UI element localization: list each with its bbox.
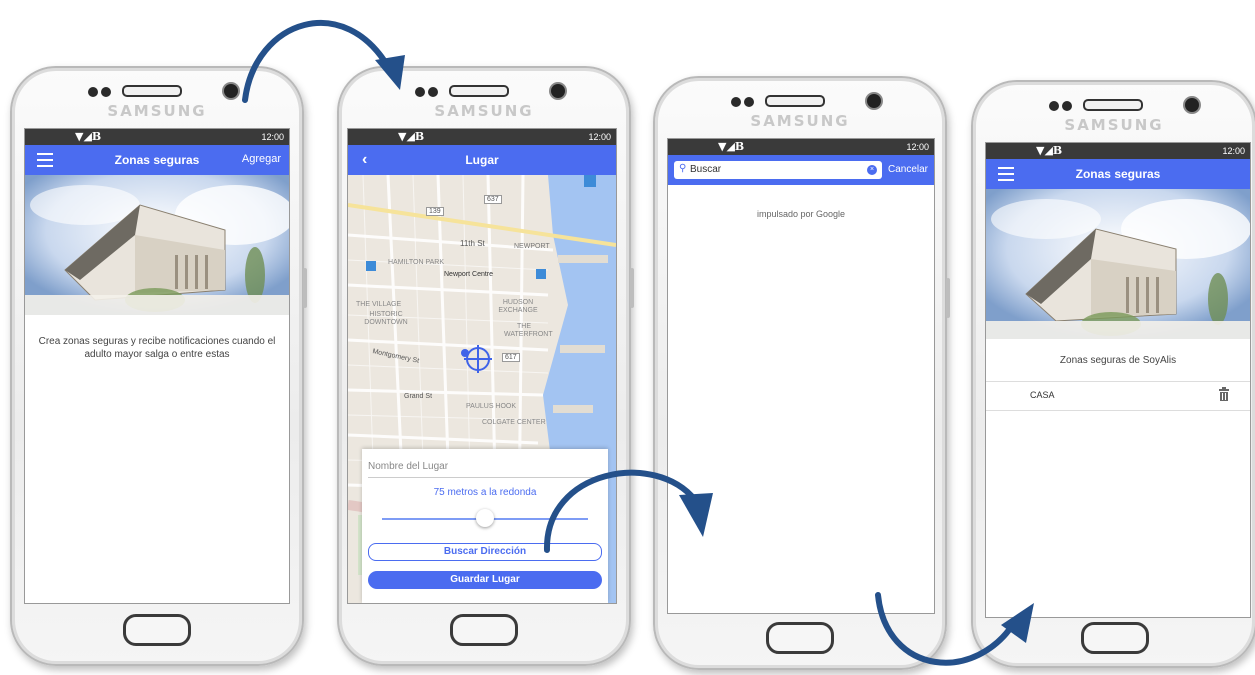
earpiece-speaker	[1083, 99, 1143, 111]
map-label: COLGATE CENTER	[482, 419, 546, 426]
slider-thumb[interactable]	[476, 509, 494, 527]
front-camera	[551, 84, 565, 98]
map-label: 637	[484, 195, 502, 204]
status-time: 12:00	[588, 132, 611, 142]
brand-logo: SAMSUNG	[1064, 116, 1164, 134]
side-button	[303, 268, 307, 308]
flow-arrow-3	[875, 592, 1034, 666]
sensor-dots	[88, 84, 114, 102]
status-bar: ▼◢B 12:00	[348, 129, 616, 145]
signal-icon: ▼◢B	[75, 130, 102, 143]
home-button[interactable]	[450, 614, 518, 646]
flow-arrow-1	[242, 19, 405, 103]
sensor-dots	[1049, 98, 1075, 116]
map-label: NEWPORT	[514, 243, 550, 250]
map-label: PAULUS HOOK	[466, 403, 517, 410]
search-icon: ⚲	[679, 163, 687, 174]
earpiece-speaker	[765, 95, 825, 107]
search-placeholder: Buscar	[690, 164, 722, 175]
search-input[interactable]: ⚲ Buscar ×	[674, 161, 882, 179]
status-time: 12:00	[261, 132, 284, 142]
home-button[interactable]	[1081, 622, 1149, 654]
side-button	[630, 268, 634, 308]
front-camera	[1185, 98, 1199, 112]
page-title: Lugar	[465, 153, 499, 167]
map-label: THE WATERFRONT	[504, 323, 553, 338]
phone-1: SAMSUNG ▼◢B 12:00 Zonas seguras Agregar	[10, 66, 307, 666]
signal-icon: ▼◢B	[718, 140, 745, 153]
map-label: Grand St	[404, 393, 433, 400]
page-title: Zonas seguras	[1075, 167, 1161, 181]
screen-4: ▼◢B 12:00 Zonas seguras Zonas seguras de…	[985, 142, 1251, 618]
map-label: 139	[426, 207, 444, 216]
trash-icon[interactable]	[1218, 387, 1230, 401]
map-label: THE VILLAGE	[356, 301, 402, 308]
earpiece-speaker	[449, 85, 509, 97]
clear-icon[interactable]: ×	[867, 165, 877, 175]
zone-list: CASA	[986, 381, 1250, 411]
earpiece-speaker	[122, 85, 182, 97]
search-bar: ⚲ Buscar × Cancelar	[668, 155, 934, 185]
brand-logo: SAMSUNG	[750, 112, 850, 130]
front-camera	[867, 94, 881, 108]
map-label: Newport Centre	[444, 271, 494, 278]
signal-icon: ▼◢B	[1036, 144, 1063, 157]
app-bar: Zonas seguras	[986, 159, 1250, 189]
crosshair-location-icon	[467, 348, 489, 370]
status-time: 12:00	[906, 142, 929, 152]
signal-icon: ▼◢B	[398, 130, 425, 143]
home-button[interactable]	[123, 614, 191, 646]
phone-2: SAMSUNG ▼◢B 12:00 ‹ Lugar 139 637 11th S…	[337, 66, 634, 666]
add-button[interactable]: Agregar	[242, 153, 281, 165]
map-label: 617	[502, 353, 520, 362]
intro-caption: Crea zonas seguras y recibe notificacion…	[38, 336, 276, 360]
home-button[interactable]	[766, 622, 834, 654]
list-item[interactable]: CASA	[986, 382, 1250, 410]
sensor-dots	[731, 94, 757, 112]
side-button	[946, 278, 950, 318]
building-illustration	[25, 175, 289, 315]
powered-by-google: impulsado por Google	[756, 209, 846, 219]
zone-name: CASA	[1030, 390, 1055, 400]
status-bar: ▼◢B 12:00	[668, 139, 934, 155]
app-bar: ‹ Lugar	[348, 145, 616, 175]
cancel-button[interactable]: Cancelar	[888, 164, 928, 175]
status-bar: ▼◢B 12:00	[986, 143, 1250, 159]
screen-1: ▼◢B 12:00 Zonas seguras Agregar Crea zon…	[24, 128, 290, 604]
save-place-button[interactable]: Guardar Lugar	[368, 571, 602, 589]
map-label: HAMILTON PARK	[388, 259, 445, 266]
app-bar: Zonas seguras Agregar	[25, 145, 289, 175]
section-title: Zonas seguras de SoyAlis	[1059, 355, 1177, 366]
phone-3: SAMSUNG ▼◢B 12:00 ⚲ Buscar × Cancelar im…	[653, 76, 950, 670]
status-time: 12:00	[1222, 146, 1245, 156]
map-label: HISTORIC DOWNTOWN	[364, 311, 408, 326]
map-label: 11th St	[460, 239, 485, 248]
building-illustration	[986, 189, 1250, 339]
map-label: HUDSON EXCHANGE	[498, 299, 538, 314]
flow-arrow-2	[543, 469, 713, 553]
status-bar: ▼◢B 12:00	[25, 129, 289, 145]
phone-4: SAMSUNG ▼◢B 12:00 Zonas seguras Zonas se…	[971, 80, 1255, 668]
